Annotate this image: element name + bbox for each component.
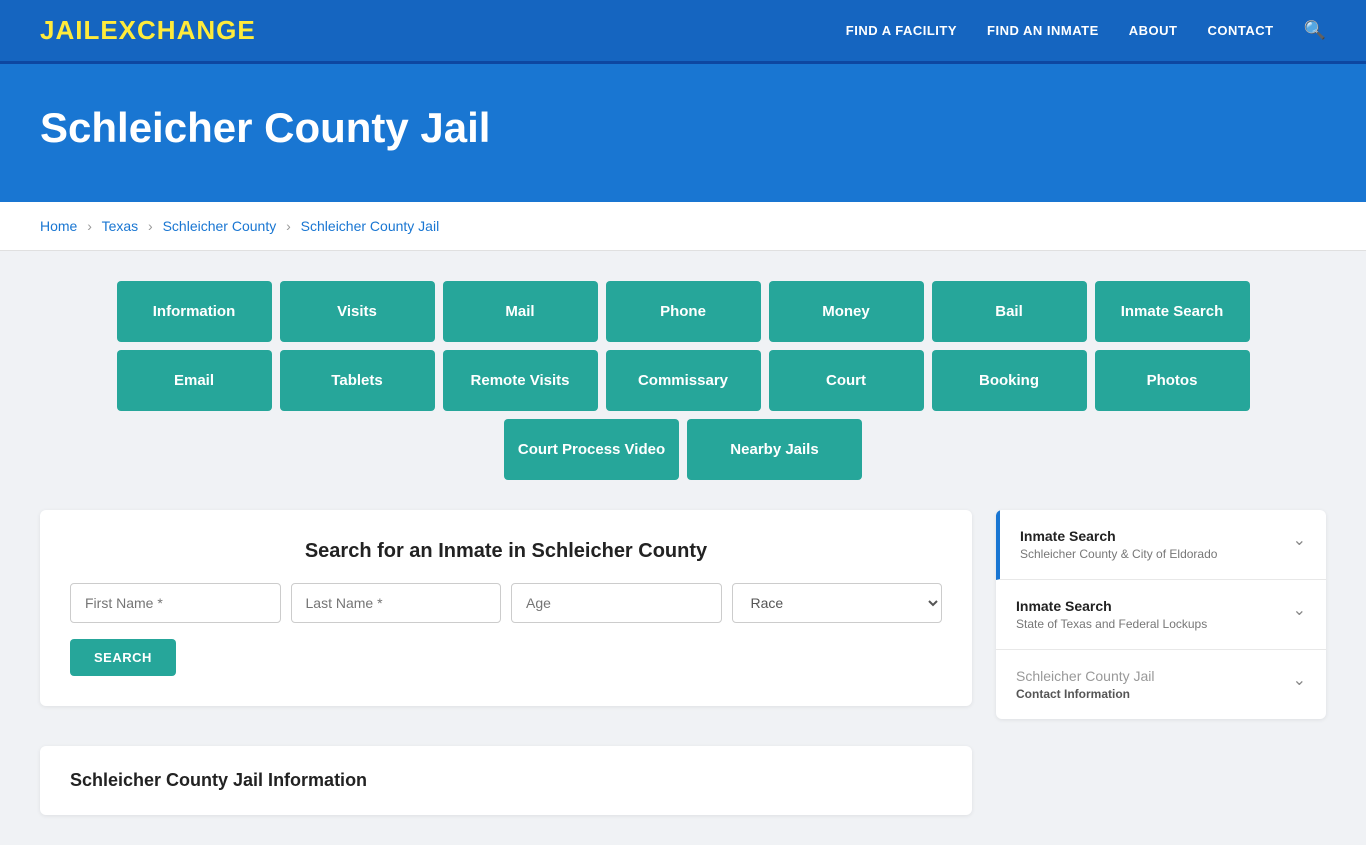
- button-row-1: Information Visits Mail Phone Money Bail…: [40, 281, 1326, 342]
- hero-section: Schleicher County Jail: [0, 64, 1366, 202]
- nav-contact[interactable]: CONTACT: [1207, 23, 1273, 38]
- breadcrumb-current: Schleicher County Jail: [301, 218, 440, 234]
- btn-remote-visits[interactable]: Remote Visits: [443, 350, 598, 411]
- breadcrumb-texas[interactable]: Texas: [102, 218, 139, 234]
- chevron-down-icon-1: ⌄: [1293, 600, 1306, 620]
- nav-links: FIND A FACILITY FIND AN INMATE ABOUT CON…: [846, 20, 1326, 41]
- search-inputs: Race White Black Hispanic Asian Other: [70, 583, 942, 623]
- first-name-input[interactable]: [70, 583, 281, 623]
- breadcrumb-home[interactable]: Home: [40, 218, 77, 234]
- sidebar-item-2-subtitle: Contact Information: [1016, 687, 1155, 701]
- btn-bail[interactable]: Bail: [932, 281, 1087, 342]
- btn-photos[interactable]: Photos: [1095, 350, 1250, 411]
- sidebar-item-1-text: Inmate Search State of Texas and Federal…: [1016, 598, 1207, 631]
- sidebar-item-2-text: Schleicher County Jail Contact Informati…: [1016, 668, 1155, 701]
- button-row-2: Email Tablets Remote Visits Commissary C…: [40, 350, 1326, 411]
- logo-jail: JAIL: [40, 15, 100, 45]
- nav-find-facility[interactable]: FIND A FACILITY: [846, 23, 957, 38]
- nav-about[interactable]: ABOUT: [1129, 23, 1178, 38]
- jail-info-title: Schleicher County Jail Information: [70, 770, 942, 791]
- jail-info-section: Schleicher County Jail Information: [40, 746, 972, 815]
- chevron-down-icon-0: ⌄: [1293, 530, 1306, 550]
- search-icon[interactable]: 🔍: [1304, 20, 1326, 41]
- breadcrumb-sep-1: ›: [87, 218, 92, 234]
- btn-tablets[interactable]: Tablets: [280, 350, 435, 411]
- last-name-input[interactable]: [291, 583, 502, 623]
- navbar: JAILEXCHANGE FIND A FACILITY FIND AN INM…: [0, 0, 1366, 64]
- race-select[interactable]: Race White Black Hispanic Asian Other: [732, 583, 943, 623]
- btn-court-process-video[interactable]: Court Process Video: [504, 419, 679, 480]
- nav-find-inmate[interactable]: FIND AN INMATE: [987, 23, 1099, 38]
- sidebar-item-1-subtitle: State of Texas and Federal Lockups: [1016, 617, 1207, 631]
- chevron-down-icon-2: ⌄: [1293, 670, 1306, 690]
- btn-money[interactable]: Money: [769, 281, 924, 342]
- sidebar-card: Inmate Search Schleicher County & City o…: [996, 510, 1326, 719]
- btn-court[interactable]: Court: [769, 350, 924, 411]
- btn-information[interactable]: Information: [117, 281, 272, 342]
- sidebar-item-0-title: Inmate Search: [1020, 528, 1217, 544]
- search-button[interactable]: SEARCH: [70, 639, 176, 676]
- btn-inmate-search[interactable]: Inmate Search: [1095, 281, 1250, 342]
- sidebar-item-1-title: Inmate Search: [1016, 598, 1207, 614]
- btn-mail[interactable]: Mail: [443, 281, 598, 342]
- age-input[interactable]: [511, 583, 722, 623]
- breadcrumb-sep-2: ›: [148, 218, 153, 234]
- btn-email[interactable]: Email: [117, 350, 272, 411]
- sidebar-item-1[interactable]: Inmate Search State of Texas and Federal…: [996, 580, 1326, 650]
- main-content: Information Visits Mail Phone Money Bail…: [0, 251, 1366, 845]
- btn-visits[interactable]: Visits: [280, 281, 435, 342]
- sidebar-item-2[interactable]: Schleicher County Jail Contact Informati…: [996, 650, 1326, 719]
- breadcrumb: Home › Texas › Schleicher County › Schle…: [0, 202, 1366, 251]
- breadcrumb-county[interactable]: Schleicher County: [163, 218, 277, 234]
- btn-nearby-jails[interactable]: Nearby Jails: [687, 419, 862, 480]
- two-col-layout: Search for an Inmate in Schleicher Count…: [40, 510, 1326, 815]
- page-title: Schleicher County Jail: [40, 104, 1326, 152]
- sidebar-item-2-title: Schleicher County Jail: [1016, 668, 1155, 684]
- sidebar-item-0-text: Inmate Search Schleicher County & City o…: [1020, 528, 1217, 561]
- button-grid: Information Visits Mail Phone Money Bail…: [40, 281, 1326, 480]
- sidebar-item-0-subtitle: Schleicher County & City of Eldorado: [1020, 547, 1217, 561]
- btn-phone[interactable]: Phone: [606, 281, 761, 342]
- breadcrumb-sep-3: ›: [286, 218, 291, 234]
- site-logo[interactable]: JAILEXCHANGE: [40, 15, 256, 46]
- button-row-3: Court Process Video Nearby Jails: [40, 419, 1326, 480]
- btn-booking[interactable]: Booking: [932, 350, 1087, 411]
- sidebar: Inmate Search Schleicher County & City o…: [996, 510, 1326, 719]
- search-section: Search for an Inmate in Schleicher Count…: [40, 510, 972, 706]
- sidebar-item-0[interactable]: Inmate Search Schleicher County & City o…: [996, 510, 1326, 580]
- btn-commissary[interactable]: Commissary: [606, 350, 761, 411]
- search-title: Search for an Inmate in Schleicher Count…: [70, 540, 942, 563]
- logo-exchange: EXCHANGE: [100, 15, 255, 45]
